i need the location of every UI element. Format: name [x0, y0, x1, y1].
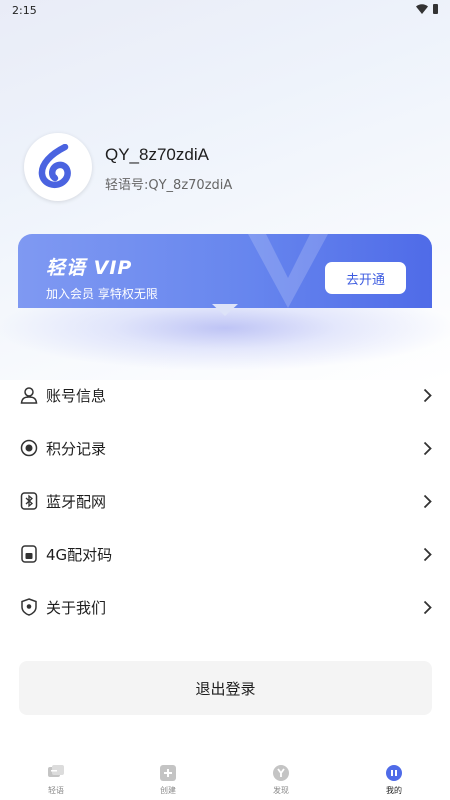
status-time: 2:15 — [12, 4, 37, 17]
chevron-right-icon — [423, 441, 432, 456]
me-icon — [386, 765, 402, 781]
menu-item-points-record[interactable]: 积分记录 — [0, 422, 450, 475]
app-logo-icon — [38, 144, 71, 188]
status-icons — [416, 4, 438, 14]
status-bar: 2:15 — [0, 0, 450, 22]
wifi-icon — [416, 4, 428, 14]
bottom-tab-bar: 轻语 创建 发现 我的 — [0, 758, 450, 800]
tab-create[interactable]: 创建 — [138, 758, 198, 800]
avatar[interactable] — [24, 133, 92, 201]
chevron-right-icon — [423, 494, 432, 509]
person-icon — [20, 387, 38, 404]
menu-item-4g-pairing-code[interactable]: 4G配对码 — [0, 528, 450, 581]
user-id: 轻语号:QY_8z70zdiA — [105, 178, 233, 193]
logout-button[interactable]: 退出登录 — [19, 661, 432, 715]
settings-menu: 账号信息 积分记录 蓝牙配网 4G配对码 关于我们 — [0, 369, 450, 634]
tab-label: 轻语 — [48, 786, 64, 795]
points-icon — [20, 439, 38, 457]
menu-label: 账号信息 — [46, 387, 107, 405]
vip-subtitle: 加入会员 享特权无限 — [46, 287, 158, 301]
battery-icon — [433, 4, 438, 14]
discover-icon — [273, 765, 289, 781]
tab-label: 我的 — [386, 786, 402, 795]
tab-label: 创建 — [160, 786, 176, 795]
username: QY_8z70zdiA — [105, 145, 209, 164]
tab-discover[interactable]: 发现 — [251, 758, 311, 800]
chevron-right-icon — [423, 600, 432, 615]
menu-item-about-us[interactable]: 关于我们 — [0, 581, 450, 634]
vip-activate-button[interactable]: 去开通 — [325, 262, 406, 294]
menu-label: 关于我们 — [46, 599, 107, 617]
menu-label: 积分记录 — [46, 440, 107, 458]
tab-label: 发现 — [273, 786, 289, 795]
menu-item-bluetooth-network[interactable]: 蓝牙配网 — [0, 475, 450, 528]
vip-card[interactable]: 轻语 VIP 加入会员 享特权无限 去开通 — [18, 234, 432, 308]
vip-watermark-icon — [248, 234, 328, 308]
plus-icon — [160, 765, 176, 781]
menu-label: 蓝牙配网 — [46, 493, 107, 511]
chevron-right-icon — [423, 547, 432, 562]
bluetooth-icon — [20, 492, 38, 510]
tab-chat[interactable]: 轻语 — [26, 758, 86, 800]
chevron-right-icon — [423, 388, 432, 403]
profile-section: QY_8z70zdiA 轻语号:QY_8z70zdiA — [24, 133, 424, 203]
vip-title: 轻语 VIP — [46, 257, 133, 279]
sim-icon — [21, 545, 37, 563]
shield-icon — [21, 598, 37, 616]
menu-item-account-info[interactable]: 账号信息 — [0, 369, 450, 422]
tab-me[interactable]: 我的 — [364, 758, 424, 800]
vip-card-pointer — [212, 304, 238, 316]
menu-label: 4G配对码 — [46, 546, 113, 564]
chat-icon — [48, 765, 64, 777]
